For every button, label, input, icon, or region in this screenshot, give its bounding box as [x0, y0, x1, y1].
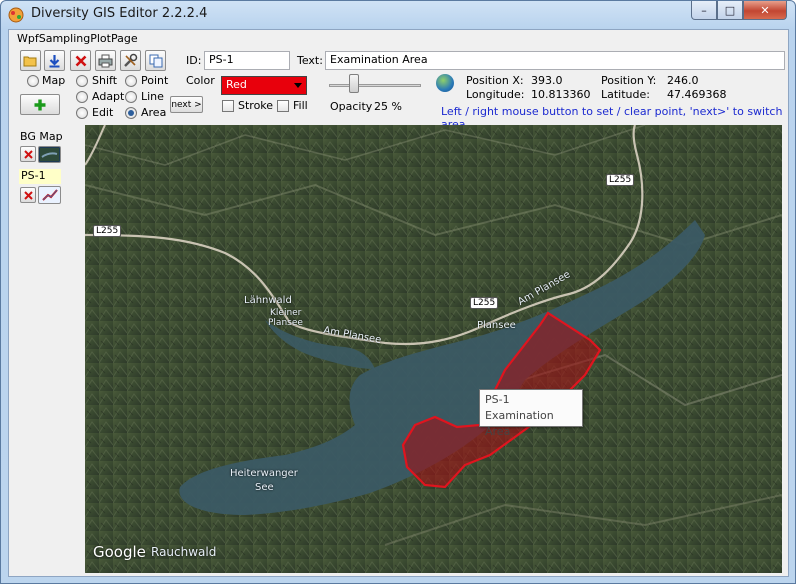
copy-icon: [149, 54, 162, 67]
edit-radio[interactable]: [76, 107, 88, 119]
title-bar[interactable]: Diversity GIS Editor 2.2.2.4 – □ ✕: [1, 1, 795, 29]
opacity-slider-track[interactable]: [329, 84, 421, 87]
window-title: Diversity GIS Editor 2.2.2.4: [31, 6, 208, 21]
plus-icon: [34, 99, 46, 110]
map-label-rauchwald: Rauchwald: [151, 545, 217, 559]
longitude-value: 10.813360: [531, 88, 591, 101]
tools-button[interactable]: [120, 50, 141, 71]
line-radio[interactable]: [125, 91, 137, 103]
area-radio-label: Area: [141, 106, 167, 119]
delete-icon: [23, 149, 33, 159]
add-button[interactable]: [20, 94, 60, 115]
opacity-label: Opacity: [330, 100, 373, 113]
delete-button[interactable]: [70, 50, 91, 71]
client-area: WpfSamplingPlotPage ID: PS-1 Text: Exami…: [8, 29, 789, 577]
map-thumbnail-icon: [40, 148, 59, 161]
longitude-label: Longitude:: [466, 88, 525, 101]
color-select[interactable]: Red: [221, 76, 307, 95]
latitude-label: Latitude:: [601, 88, 650, 101]
remove-bg-map-button[interactable]: [20, 146, 36, 162]
map-view[interactable]: Lähnwald Kleiner Plansee Am Plansee Am P…: [85, 125, 782, 573]
shift-radio[interactable]: [76, 75, 88, 87]
print-icon: [98, 54, 113, 67]
color-select-value: Red: [226, 78, 247, 91]
stroke-label: Stroke: [238, 99, 274, 112]
opacity-slider-thumb[interactable]: [349, 74, 359, 93]
maximize-button[interactable]: □: [717, 1, 743, 20]
tools-icon: [124, 53, 138, 67]
sidebar-item-ps-1[interactable]: PS-1: [19, 169, 61, 184]
tooltip-text: Examination Area: [485, 409, 554, 438]
window-controls: – □ ✕: [691, 1, 787, 21]
text-input[interactable]: Examination Area: [325, 51, 785, 70]
map-label-lahnwald: Lähnwald: [244, 295, 292, 306]
sidebar-item-bg-map[interactable]: BG Map: [20, 130, 63, 143]
polygon-tooltip: PS-1 Examination Area: [479, 389, 583, 438]
opacity-value: 25 %: [374, 100, 402, 113]
fill-label: Fill: [293, 99, 308, 112]
save-button[interactable]: [44, 50, 65, 71]
copy-button[interactable]: [145, 50, 166, 71]
text-label: Text:: [297, 54, 323, 67]
google-logo: Google: [93, 543, 146, 561]
road-shield-l255-c: L255: [606, 174, 635, 186]
open-button[interactable]: [20, 50, 41, 71]
road-shield-l255-a: L255: [93, 225, 122, 237]
stroke-checkbox[interactable]: [222, 100, 234, 112]
id-input[interactable]: PS-1: [204, 51, 290, 70]
save-icon: [49, 54, 60, 67]
map-label-plansee: Plansee: [477, 320, 516, 331]
open-icon: [23, 56, 37, 67]
ps-1-style-button[interactable]: [38, 186, 61, 204]
road-shield-l255-b: L255: [470, 297, 499, 309]
app-window: Diversity GIS Editor 2.2.2.4 – □ ✕ WpfSa…: [0, 0, 796, 584]
position-y-label: Position Y:: [601, 74, 657, 87]
id-label: ID:: [186, 54, 202, 67]
map-label-plansee-small: Plansee: [268, 318, 303, 328]
adapt-radio-label: Adapt: [92, 90, 125, 103]
delete-icon: [23, 190, 33, 200]
tooltip-id: PS-1: [485, 393, 510, 406]
bg-map-thumbnail-button[interactable]: [38, 146, 61, 163]
color-label: Color: [186, 74, 215, 87]
minimize-button[interactable]: –: [691, 1, 717, 20]
point-radio[interactable]: [125, 75, 137, 87]
next-button[interactable]: next >: [170, 96, 203, 113]
map-label-see: See: [255, 482, 274, 493]
map-label-heiterwanger: Heiterwanger: [230, 468, 298, 479]
close-button[interactable]: ✕: [743, 1, 787, 20]
map-radio-label: Map: [42, 74, 66, 87]
fill-checkbox[interactable]: [277, 100, 289, 112]
line-style-icon: [41, 189, 58, 201]
globe-icon: [436, 74, 454, 92]
remove-ps-1-button[interactable]: [20, 187, 36, 203]
map-label-kleiner: Kleiner: [270, 308, 302, 318]
print-button[interactable]: [95, 50, 116, 71]
delete-icon: [75, 55, 86, 66]
line-radio-label: Line: [141, 90, 164, 103]
position-x-value: 393.0: [531, 74, 563, 87]
adapt-radio[interactable]: [76, 91, 88, 103]
edit-radio-label: Edit: [92, 106, 114, 119]
map-radio[interactable]: [27, 75, 39, 87]
point-radio-label: Point: [141, 74, 169, 87]
shift-radio-label: Shift: [92, 74, 118, 87]
position-x-label: Position X:: [466, 74, 524, 87]
area-radio[interactable]: [125, 107, 137, 119]
latitude-value: 47.469368: [667, 88, 727, 101]
chevron-down-icon: [294, 83, 302, 88]
app-icon: [8, 7, 24, 23]
position-y-value: 246.0: [667, 74, 699, 87]
page-label: WpfSamplingPlotPage: [17, 32, 138, 45]
satellite-map: [85, 125, 782, 573]
